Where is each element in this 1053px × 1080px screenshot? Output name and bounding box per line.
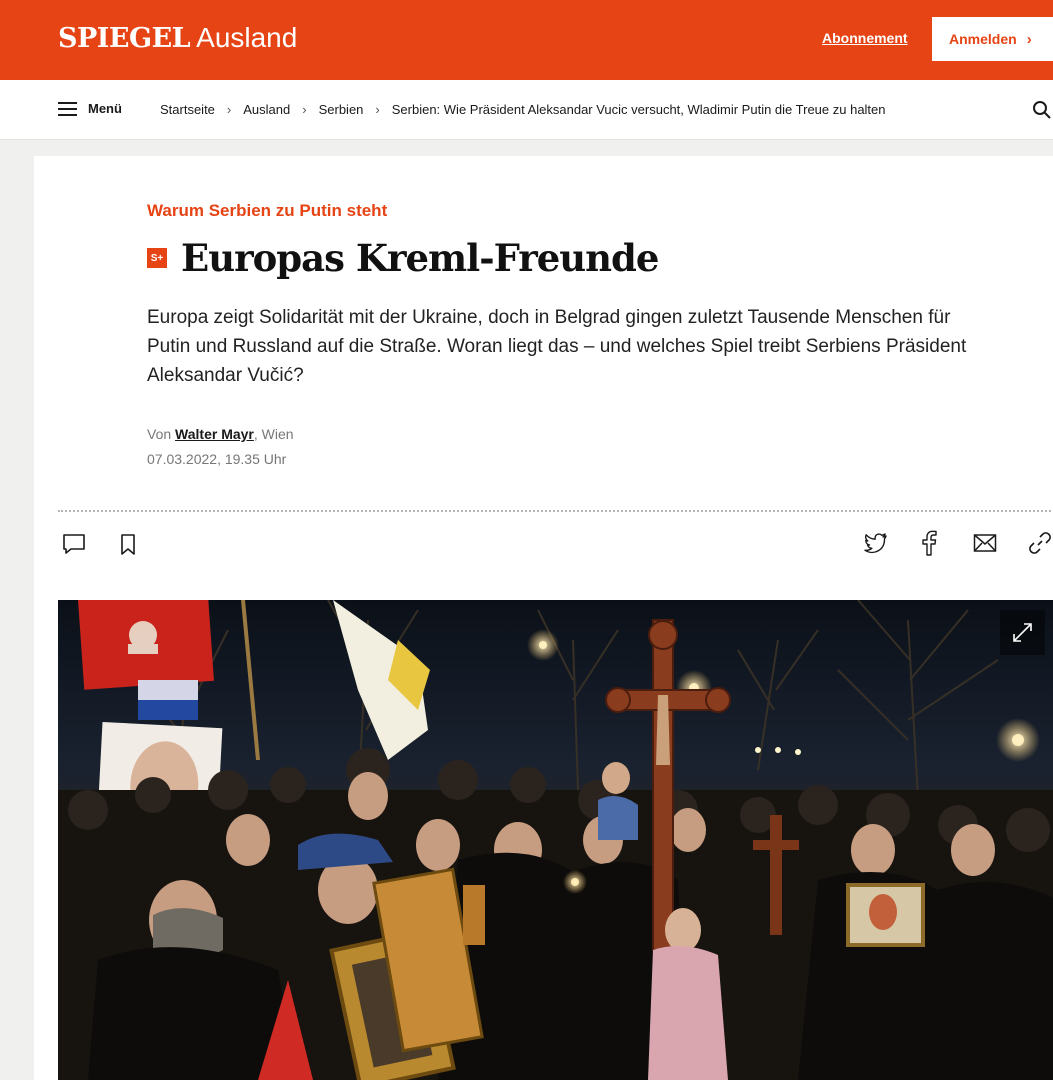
breadcrumb-separator: › xyxy=(302,102,307,117)
divider xyxy=(58,510,1053,512)
subscription-link[interactable]: Abonnement xyxy=(822,30,908,46)
twitter-icon[interactable] xyxy=(864,532,888,554)
article-photo[interactable] xyxy=(58,600,1053,1080)
search-icon[interactable] xyxy=(1032,100,1052,120)
site-header: SPIEGEL Ausland Abonnement Anmelden › xyxy=(0,0,1053,80)
login-label: Anmelden xyxy=(949,31,1017,47)
publish-date: 07.03.2022, 19.35 Uhr xyxy=(147,451,287,467)
author-location: , Wien xyxy=(253,426,294,442)
article-lead: Europa zeigt Solidarität mit der Ukraine… xyxy=(147,307,967,386)
menu-button[interactable]: Menü xyxy=(58,101,122,116)
breadcrumb-home[interactable]: Startseite xyxy=(160,102,215,117)
nav-bar: Menü Startseite › Ausland › Serbien › Se… xyxy=(0,80,1053,140)
link-icon[interactable] xyxy=(1028,531,1052,555)
logo-text: SPIEGEL xyxy=(58,23,191,54)
protest-photo-image xyxy=(58,600,1053,1080)
breadcrumb-current: Serbien: Wie Präsident Aleksandar Vucic … xyxy=(391,102,886,117)
menu-label: Menü xyxy=(88,101,122,116)
bookmark-icon[interactable] xyxy=(119,533,137,557)
breadcrumb: Startseite › Ausland › Serbien › Serbien… xyxy=(160,102,886,117)
facebook-icon[interactable] xyxy=(920,529,938,557)
breadcrumb-separator: › xyxy=(226,102,232,117)
login-button[interactable]: Anmelden › xyxy=(932,17,1053,61)
article-kicker: Warum Serbien zu Putin steht xyxy=(147,201,388,220)
breadcrumb-separator: › xyxy=(375,102,380,117)
article-title: Europas Kreml-Freunde xyxy=(181,236,659,280)
breadcrumb-serbien[interactable]: Serbien xyxy=(319,102,364,117)
author-link[interactable]: Walter Mayr xyxy=(175,426,254,442)
title-row: S+ Europas Kreml-Freunde xyxy=(147,236,659,280)
breadcrumb-ausland[interactable]: Ausland xyxy=(243,102,290,117)
spiegel-plus-badge: S+ xyxy=(147,248,167,268)
expand-photo-button[interactable] xyxy=(1000,610,1045,655)
brand-logo[interactable]: SPIEGEL Ausland xyxy=(58,22,297,54)
mail-icon[interactable] xyxy=(973,533,997,553)
author-prefix: Von xyxy=(147,426,176,442)
expand-icon xyxy=(1013,623,1032,642)
section-name: Ausland xyxy=(196,22,298,53)
comment-icon[interactable] xyxy=(62,533,86,555)
chevron-right-icon: › xyxy=(1026,30,1032,48)
hamburger-icon xyxy=(58,101,77,116)
author-line: Von Walter Mayr, Wien xyxy=(147,426,294,442)
